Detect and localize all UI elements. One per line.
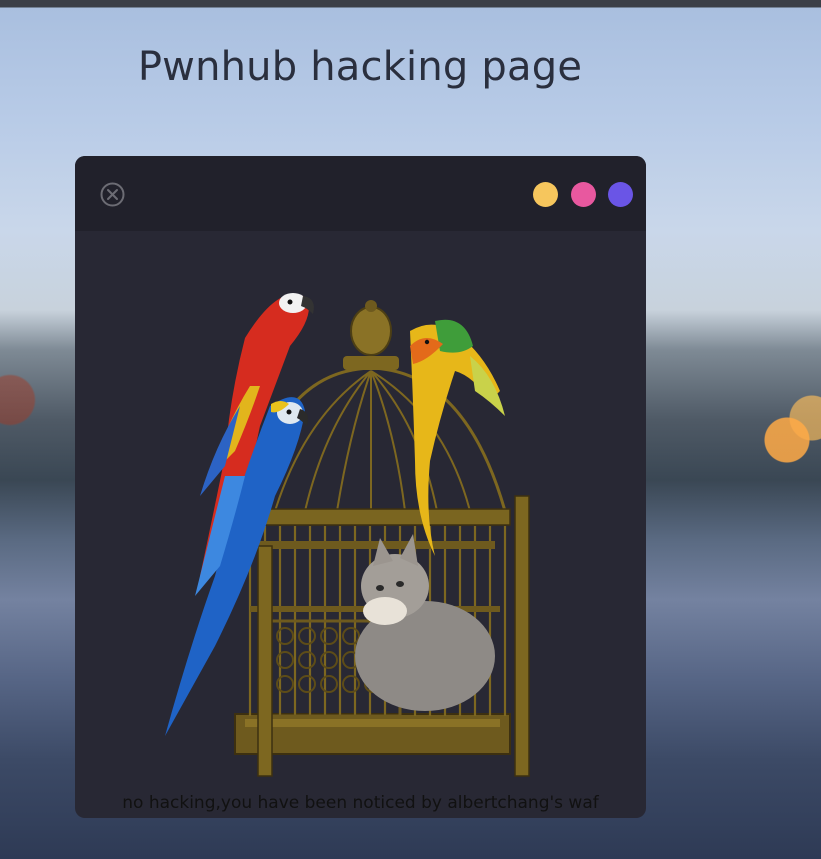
close-icon[interactable] [100, 182, 125, 207]
minimize-dot-button[interactable] [533, 182, 558, 207]
window-dot-button[interactable] [608, 182, 633, 207]
top-bar [0, 0, 821, 7]
maximize-dot-button[interactable] [571, 182, 596, 207]
window-header [75, 156, 646, 231]
page-title: Pwnhub hacking page [137, 44, 583, 90]
page-background: Pwnhub hacking page no hacking,you have … [0, 0, 821, 859]
modal-window: no hacking,you have been noticed by albe… [75, 156, 646, 818]
waf-notice-text: no hacking,you have been noticed by albe… [122, 793, 599, 813]
parrots-birdcage-cat-image [165, 293, 530, 777]
